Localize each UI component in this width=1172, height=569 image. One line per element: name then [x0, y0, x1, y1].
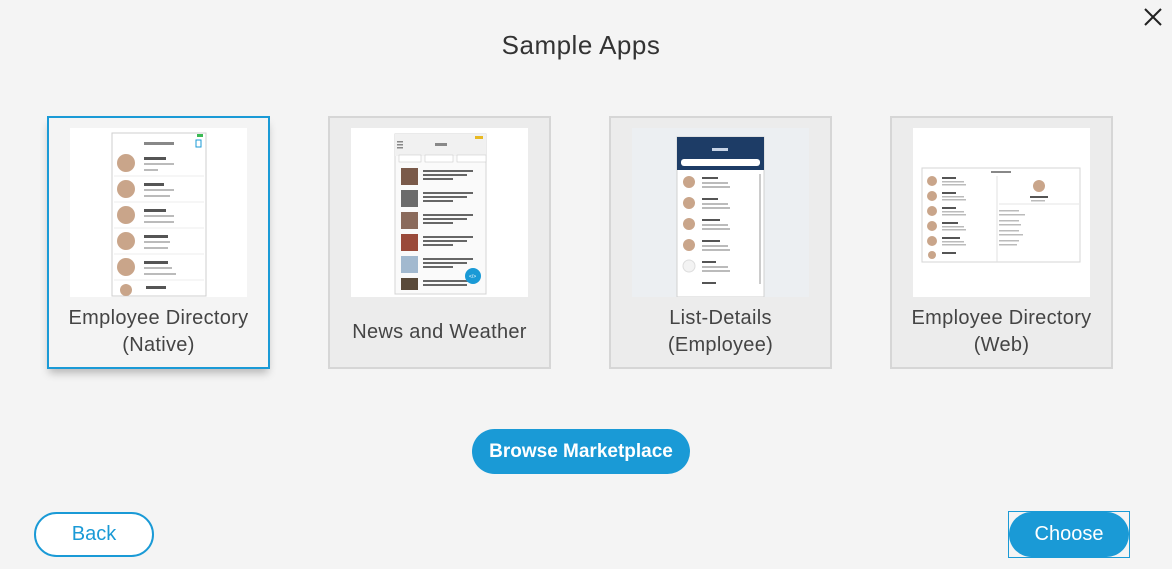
close-icon — [1144, 8, 1162, 26]
app-thumbnail — [70, 128, 247, 297]
app-card-label: Employee Directory (Native) — [68, 307, 249, 356]
app-thumbnail — [632, 128, 809, 297]
choose-button[interactable]: Choose — [1009, 512, 1129, 557]
dialog-title: Sample Apps — [501, 30, 661, 60]
app-card-employee-directory-native[interactable]: Employee Directory (Native) — [47, 116, 270, 369]
app-thumbnail — [913, 128, 1090, 297]
app-card-label: Employee Directory (Web) — [911, 307, 1092, 356]
close-button[interactable] — [1141, 5, 1165, 29]
app-card-label: List-Details (Employee) — [667, 307, 774, 356]
back-button[interactable]: Back — [34, 512, 154, 557]
app-card-employee-directory-web[interactable]: Employee Directory (Web) — [890, 116, 1113, 369]
svg-text:</>: </> — [469, 274, 476, 280]
browse-marketplace-button[interactable]: Browse Marketplace — [472, 429, 690, 474]
app-card-list-details-employee[interactable]: List-Details (Employee) — [609, 116, 832, 369]
app-card-label: News and Weather — [352, 320, 527, 343]
app-thumbnail: </> — [351, 128, 528, 297]
app-card-news-and-weather[interactable]: </> News and Weather — [328, 116, 551, 369]
